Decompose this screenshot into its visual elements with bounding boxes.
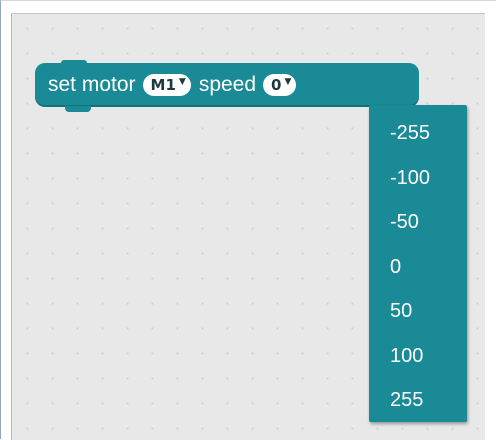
dropdown-option[interactable]: -50 xyxy=(369,200,467,245)
motor-dropdown[interactable]: M1 ▼ xyxy=(142,74,191,96)
set-motor-speed-block[interactable]: set motor M1 ▼ speed 0 ▼ xyxy=(35,60,419,112)
editor-frame: set motor M1 ▼ speed 0 ▼ -255 -100 -50 0… xyxy=(0,0,496,440)
dropdown-option[interactable]: 255 xyxy=(369,378,467,423)
block-label-set-motor: set motor xyxy=(48,73,136,96)
dropdown-option[interactable]: 50 xyxy=(369,289,467,334)
dropdown-option[interactable]: -255 xyxy=(369,111,467,156)
speed-dropdown[interactable]: 0 ▼ xyxy=(263,74,297,96)
motor-value: M1 xyxy=(150,76,176,94)
dropdown-option[interactable]: 0 xyxy=(369,245,467,290)
dropdown-option[interactable]: 100 xyxy=(369,334,467,379)
speed-dropdown-menu: -255 -100 -50 0 50 100 255 xyxy=(369,105,467,422)
speed-value: 0 xyxy=(271,76,282,94)
block-label-speed: speed xyxy=(198,73,257,96)
chevron-down-icon: ▼ xyxy=(284,77,292,87)
dropdown-option[interactable]: -100 xyxy=(369,156,467,201)
chevron-down-icon: ▼ xyxy=(178,77,186,87)
